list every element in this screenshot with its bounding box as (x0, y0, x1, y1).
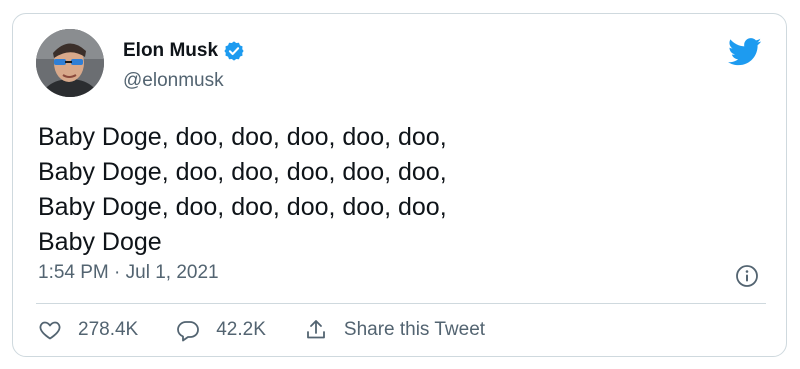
verified-badge-icon (223, 40, 245, 62)
twitter-bird-icon[interactable] (728, 38, 762, 66)
divider (36, 303, 766, 304)
share-label: Share this Tweet (343, 319, 486, 340)
reply-icon (177, 321, 200, 342)
like-button[interactable]: 278.4K (38, 318, 138, 342)
tweet-card[interactable]: Elon Musk @elonmusk Baby Doge, doo, doo,… (12, 13, 787, 357)
info-icon[interactable] (735, 264, 759, 288)
tweet-line: Baby Doge (38, 228, 162, 256)
heart-icon (39, 321, 61, 340)
share-icon (306, 320, 325, 339)
tweet-timestamp[interactable]: 1:54 PM · Jul 1, 2021 (38, 262, 219, 284)
author-name[interactable]: Elon Musk (123, 40, 218, 62)
tweet-text: Baby Doge, doo, doo, doo, doo, doo, Baby… (38, 120, 447, 260)
tweet-line: Baby Doge, doo, doo, doo, doo, doo, (38, 158, 447, 186)
reply-button[interactable]: 42.2K (176, 318, 266, 342)
like-count: 278.4K (78, 319, 139, 340)
share-button[interactable]: Share this Tweet (304, 318, 485, 342)
tweet-actions: 278.4K 42.2K Share this Tweet (38, 318, 523, 342)
tweet-line: Baby Doge, doo, doo, doo, doo, doo, (38, 123, 447, 151)
tweet-line: Baby Doge, doo, doo, doo, doo, doo, (38, 193, 447, 221)
avatar[interactable] (36, 29, 104, 97)
reply-count: 42.2K (216, 319, 266, 340)
author-handle[interactable]: @elonmusk (123, 70, 224, 92)
